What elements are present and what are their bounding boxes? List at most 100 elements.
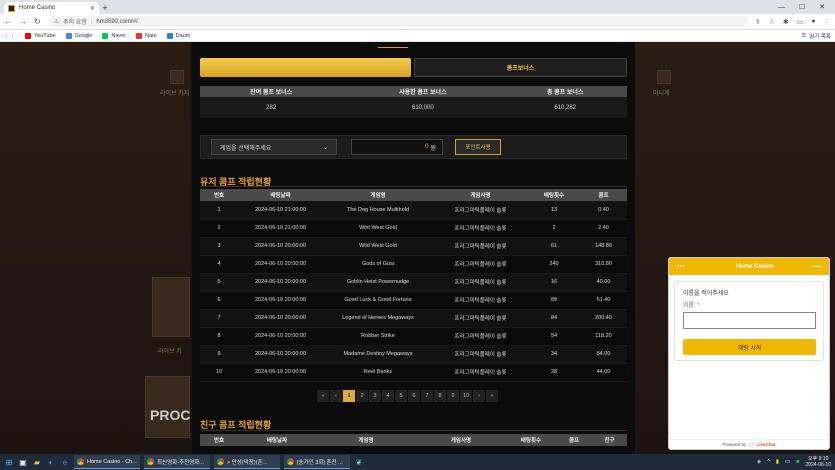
network-icon[interactable]: ▭ [785,459,790,465]
modal-tabs: 콤프보너스 [200,58,627,77]
use-points-button[interactable]: 포인트사용 [455,139,501,155]
tray-up-icon[interactable]: ^ [767,459,770,465]
pagination: «‹ 1 2 3 4 5 6 7 8 9 10 ›» [317,390,498,402]
page-button[interactable]: « [317,390,329,402]
name-label-text: 이름: [683,303,696,309]
page-button[interactable]: 3 [369,390,381,402]
clock-date: 2024-06-10 [805,462,831,468]
chevron-down-icon: ⌄ [322,144,328,151]
col-header-no: 번호 [200,189,238,201]
browser-tab-bar: Home Casino ✕ + — ☐ ✕ [0,0,835,14]
page-button[interactable]: ‹ [330,390,342,402]
bookmark-nate[interactable]: Nate [136,32,157,39]
bookmark-youtube[interactable]: YouTube [25,32,56,39]
minigame-icon [657,70,671,84]
page-button[interactable]: 1 [343,390,355,402]
app-bird-icon[interactable]: ❦ [354,457,364,467]
page-button[interactable]: » [486,390,498,402]
sidebar-icon[interactable]: ▭ [797,18,804,26]
page-button[interactable]: › [473,390,485,402]
taskbar-app[interactable]: 최신영화-추천영화... [144,455,210,469]
ime-icon[interactable]: ■ [796,459,799,465]
name-input[interactable] [683,312,816,329]
summary-header: 총 콤프 보너스 [503,86,627,97]
used-comp-value: 610,000 [342,97,504,118]
chrome-icon [217,458,224,465]
browser-tab[interactable]: Home Casino ✕ [4,2,99,14]
reading-list[interactable]: ☰ 읽기 목록 [801,32,831,40]
taskbar-app[interactable]: Home Casino - Ch... [74,455,140,469]
taskbar-app[interactable]: [송가인 3회] 혼전 ... [284,455,350,469]
clock[interactable]: 오후 9:10 2024-06-10 [805,456,831,468]
windows-start-icon[interactable]: ⊞ [4,457,14,467]
tray-app-icon[interactable]: ◆ [757,459,761,465]
page-button[interactable]: 2 [356,390,368,402]
reload-icon[interactable]: ↻ [34,17,41,26]
page-button[interactable]: 6 [408,390,420,402]
amount-input[interactable]: 0 원 [351,139,443,155]
page-button[interactable]: 7 [421,390,433,402]
file-explorer-icon[interactable]: ▰ [32,457,42,467]
col-header-bets: 배팅횟수 [506,434,556,446]
bookmark-daum[interactable]: Daum [166,32,190,39]
edge-icon[interactable]: ◐ [46,457,56,467]
cell-game: Reel Banks [323,363,433,382]
star-icon[interactable]: ☆ [769,18,775,26]
forward-icon[interactable]: → [19,17,27,26]
taskbar-app-label: Home Casino - Ch... [87,458,137,465]
cell-bets: 34 [528,345,580,364]
omnibox-separator: | [90,18,93,25]
cell-no: 3 [200,237,238,256]
start-chat-button[interactable]: 채팅 시작 [683,339,816,355]
cell-bets: 54 [528,327,580,346]
dealer-card-image [152,277,190,337]
section-divider [200,186,627,187]
extensions-icon[interactable]: ✱ [783,18,789,26]
page-button[interactable]: 10 [460,390,472,402]
browser-toolbar-icons: ⇪ ☆ ✱ ▭ ● ⋮ [755,18,831,26]
tab-active[interactable] [200,58,411,77]
page-button[interactable]: 4 [382,390,394,402]
cell-game: Good Luck & Good Fortune [323,291,433,310]
menu-icon[interactable]: ⋮ [824,18,831,26]
cell-provider: 프라그마틱플레이 슬롯 [433,219,528,238]
omnibox[interactable]: ⚠ 주의 요함 | hm3590.com/#/ [47,16,748,27]
game-select[interactable]: 게임을 선택해주세요 ⌄ [211,139,337,155]
cell-comp: 44.00 [580,363,627,382]
cell-provider: 프라그마틱플레이 슬롯 [433,309,528,328]
ie-icon[interactable]: e [60,457,70,467]
minimize-icon[interactable]: — [778,4,785,11]
tab-comp-bonus[interactable]: 콤프보너스 [414,58,627,77]
minimize-chat-icon[interactable] [813,266,821,267]
warning-icon: ⚠ [53,19,60,25]
close-tab-icon[interactable]: ✕ [90,5,95,12]
page-button[interactable]: 8 [434,390,446,402]
page-button[interactable]: 5 [395,390,407,402]
cell-date: 2024-06-10 21:00:00 [238,219,323,238]
maximize-icon[interactable]: ☐ [799,3,805,11]
user-comp-table: 번호 배팅날짜 게임명 게임사명 배팅횟수 콤프 1 2024-06-10 21:… [200,189,627,382]
new-tab-button[interactable]: + [99,2,111,14]
close-window-icon[interactable]: ✕ [819,3,825,11]
cell-no: 4 [200,255,238,274]
more-options-icon[interactable]: ••• [677,264,697,270]
cell-comp: 0.40 [580,201,627,220]
page-button[interactable]: 9 [447,390,459,402]
powered-by[interactable]: Powered by ▢ LiveChat [669,439,829,449]
cell-comp: 200.40 [580,309,627,328]
back-icon[interactable]: ← [4,17,12,26]
cell-no: 1 [200,201,238,220]
right-bg-label: 미니게 [653,91,670,97]
apps-grid-icon[interactable]: ⋮⋮ [4,33,15,39]
table-row: 10 2024-06-10 20:00:00 Reel Banks 프라그마틱플레이 … [200,363,627,382]
taskbar-app[interactable]: > 안성(막장)(흔... [214,455,280,469]
chrome-icon [287,458,294,465]
share-icon[interactable]: ⇪ [755,18,761,26]
cell-game: Goblin Heist Powernudge [323,273,433,292]
kakaotalk-icon[interactable]: ▮ [776,459,779,465]
profile-icon[interactable]: ● [811,18,815,26]
task-view-icon[interactable]: ▣ [18,457,28,467]
bookmark-naver[interactable]: Naver [102,32,126,39]
col-header-date: 배팅날짜 [238,434,316,446]
bookmark-google[interactable]: Google [65,32,92,39]
